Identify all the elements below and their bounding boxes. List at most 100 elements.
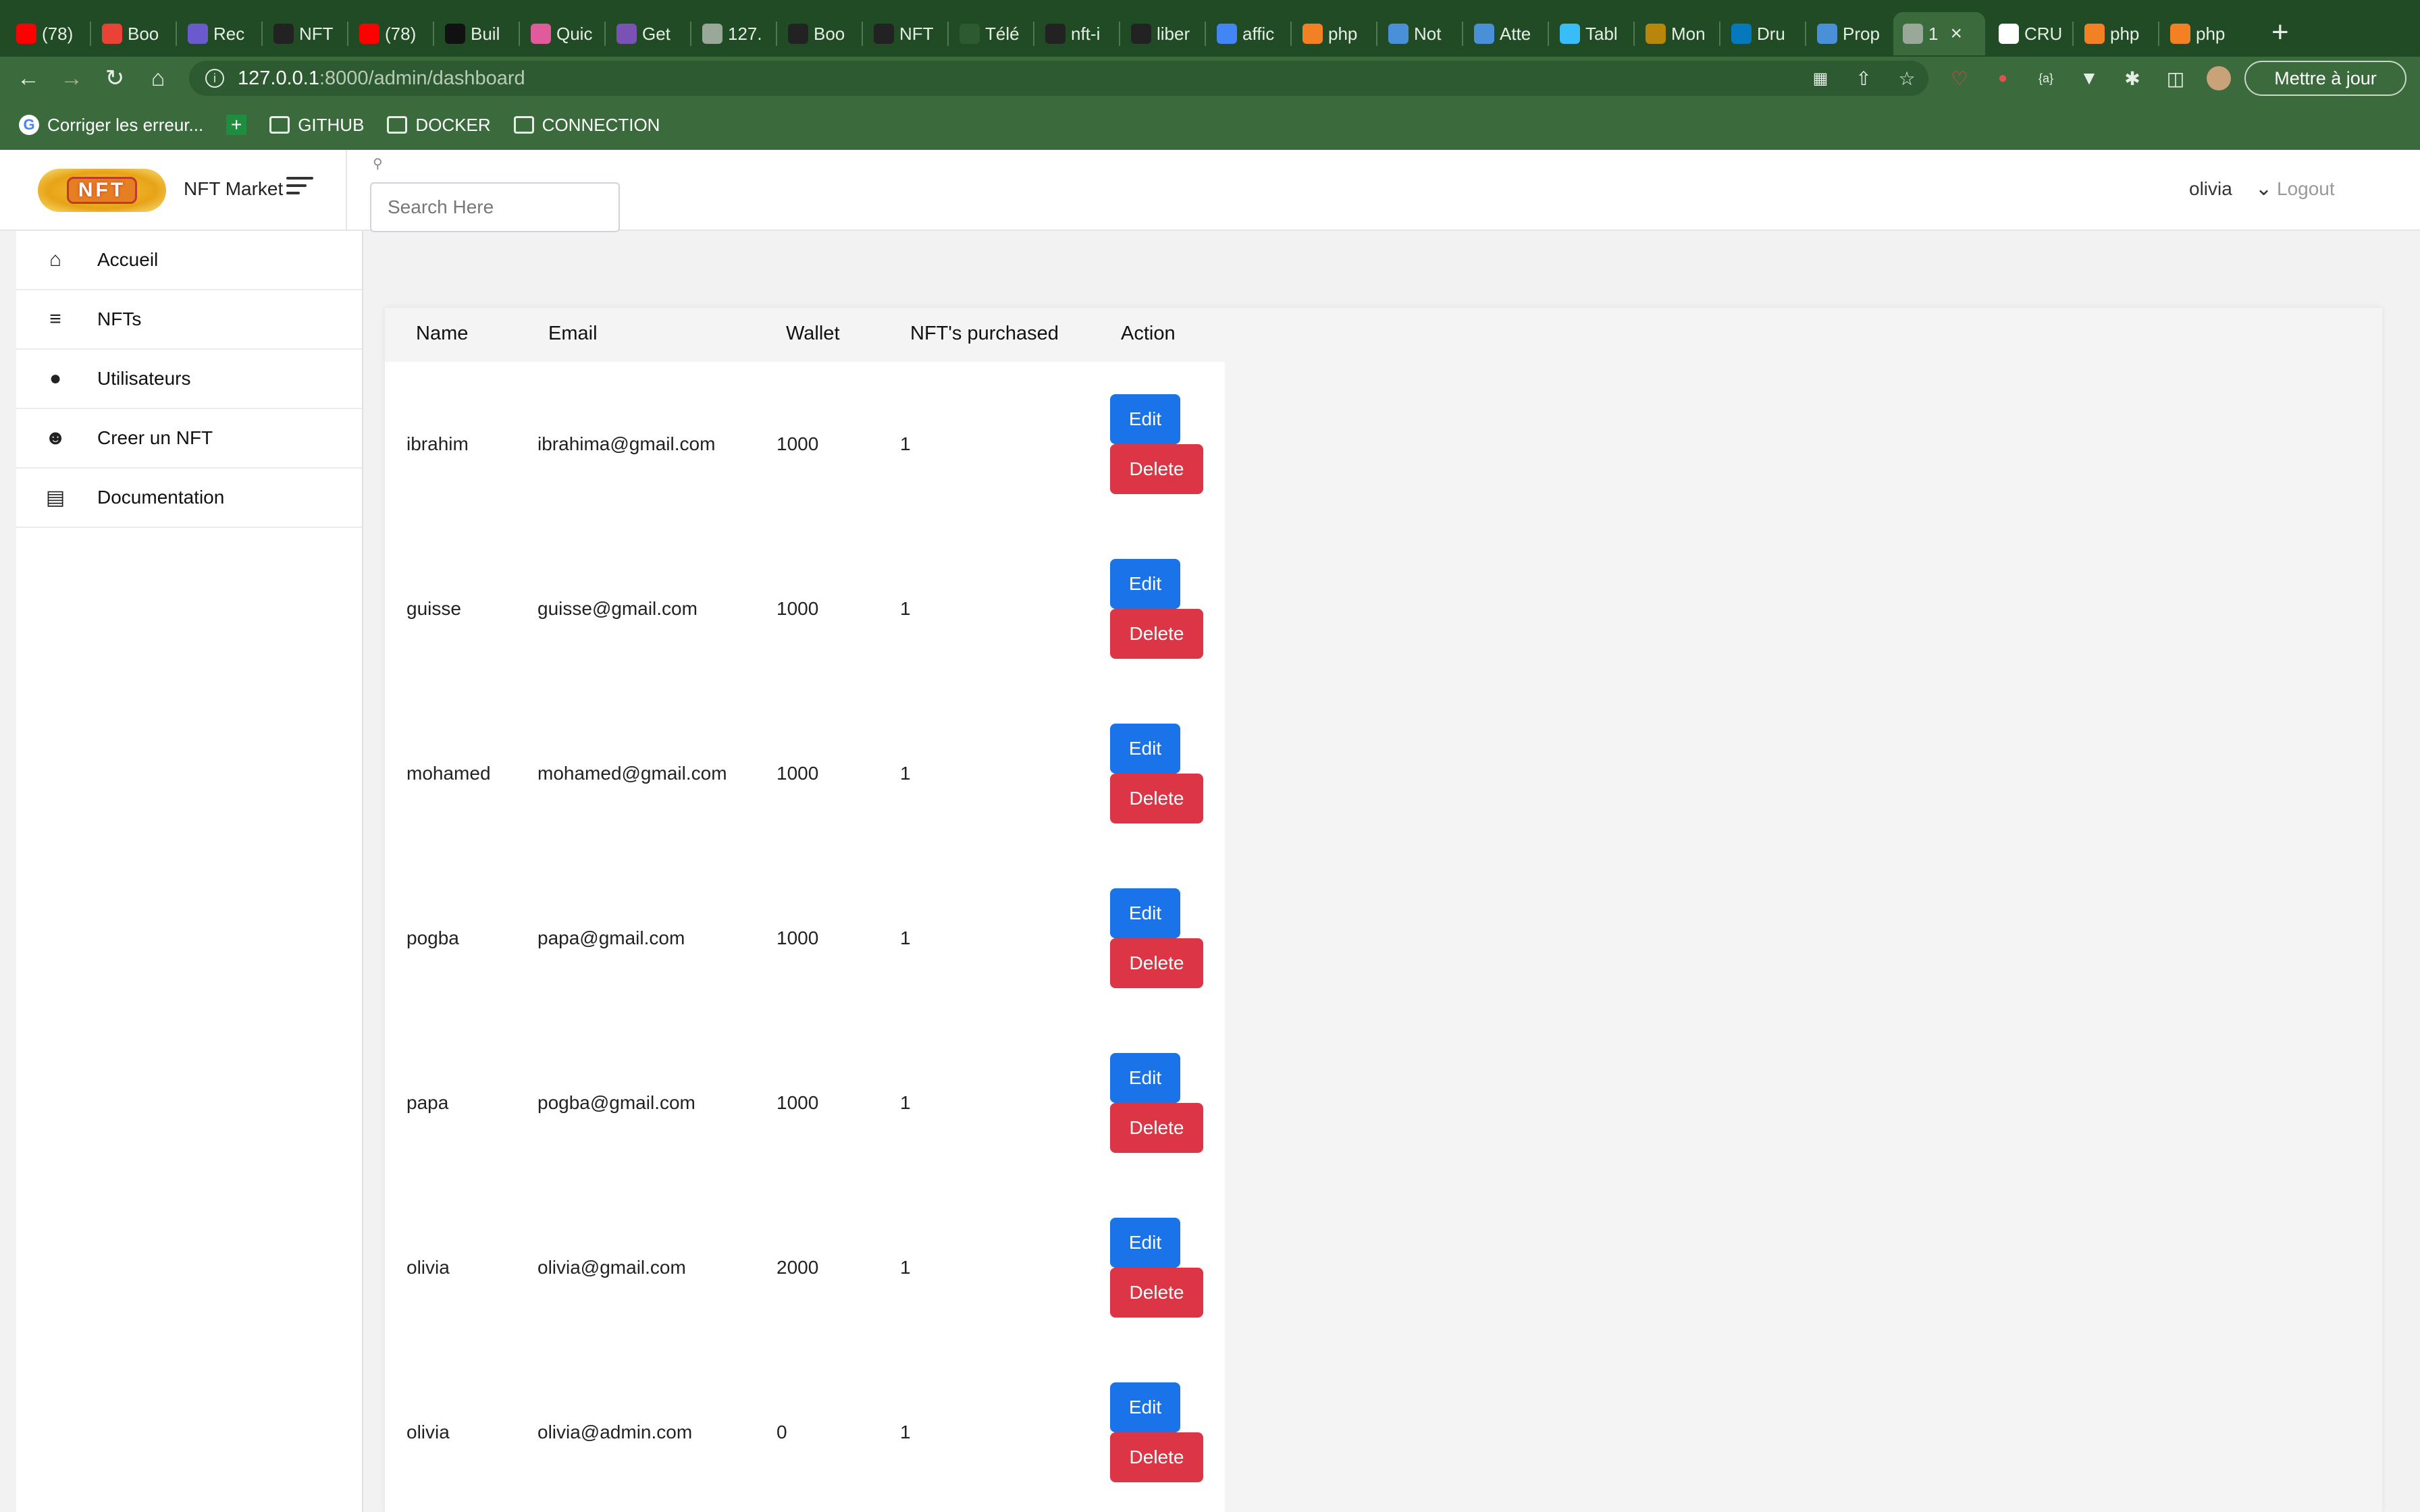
brave-shield-icon[interactable]: ♡ bbox=[1947, 66, 1972, 90]
bookmark-folder-github[interactable]: GITHUB bbox=[269, 115, 364, 136]
browser-tab[interactable]: affic bbox=[1217, 12, 1288, 55]
column-header-email: Email bbox=[548, 323, 598, 344]
nft-logo[interactable]: NFT bbox=[38, 169, 166, 212]
browser-tab[interactable]: (78) bbox=[16, 12, 87, 55]
edit-button[interactable]: Edit bbox=[1110, 888, 1180, 938]
tab-title: php bbox=[2196, 23, 2226, 44]
profile-avatar-icon[interactable] bbox=[2207, 66, 2231, 90]
delete-button[interactable]: Delete bbox=[1110, 938, 1203, 988]
table-row: olivia olivia@admin.com 0 1 Edit Delete bbox=[385, 1350, 1225, 1512]
vue-devtools-icon[interactable]: ▼ bbox=[2077, 66, 2101, 90]
sidebar-item-documentation[interactable]: ▤ Documentation bbox=[16, 468, 362, 528]
logout-link[interactable]: Logout bbox=[2277, 178, 2335, 200]
close-tab-icon[interactable]: × bbox=[1950, 22, 1962, 45]
reload-icon[interactable]: ↻ bbox=[100, 63, 130, 93]
tab-title: CRU bbox=[2024, 23, 2063, 44]
extensions-puzzle-icon[interactable]: ✱ bbox=[2120, 66, 2145, 90]
cell-name: guisse bbox=[406, 598, 461, 619]
url-text[interactable]: 127.0.0.1:8000/admin/dashboard bbox=[238, 68, 525, 90]
browser-tab[interactable]: 127. bbox=[702, 12, 773, 55]
app-icon bbox=[188, 24, 208, 44]
translate-icon[interactable]: ▦ bbox=[1808, 66, 1833, 90]
browser-tab[interactable]: Dru bbox=[1731, 12, 1802, 55]
browser-tab[interactable]: Tabl bbox=[1560, 12, 1631, 55]
cell-name: pogba bbox=[406, 927, 459, 948]
browser-tab[interactable]: nft-i bbox=[1045, 12, 1116, 55]
side-panel-icon[interactable]: ◫ bbox=[2163, 66, 2188, 90]
github-icon bbox=[1131, 24, 1151, 44]
browser-tab[interactable]: NFT bbox=[273, 12, 344, 55]
bookmark-folder-connection[interactable]: CONNECTION bbox=[513, 114, 660, 136]
cell-wallet: 2000 bbox=[777, 1257, 819, 1278]
column-header-wallet: Wallet bbox=[786, 323, 840, 344]
google-icon: G bbox=[19, 115, 39, 135]
tab-title: Mon bbox=[1671, 23, 1706, 44]
tab-separator bbox=[1462, 22, 1463, 46]
browser-tab[interactable]: Atte bbox=[1474, 12, 1545, 55]
extension-pdf-icon[interactable]: ● bbox=[1991, 66, 2015, 90]
edit-button[interactable]: Edit bbox=[1110, 724, 1180, 774]
browser-tab[interactable]: (78) bbox=[359, 12, 430, 55]
cell-wallet: 1000 bbox=[777, 1092, 819, 1113]
new-tab-icon[interactable]: + bbox=[2271, 18, 2289, 47]
site-info-icon[interactable]: i bbox=[205, 69, 224, 88]
browser-tab[interactable]: php bbox=[2084, 12, 2155, 55]
browser-tab[interactable]: Rec bbox=[188, 12, 259, 55]
sidebar-item-nfts[interactable]: ≡ NFTs bbox=[16, 290, 362, 350]
browser-tab[interactable]: CRU bbox=[1999, 12, 2070, 55]
update-browser-button[interactable]: Mettre à jour bbox=[2244, 61, 2406, 96]
browser-tab[interactable]: liber bbox=[1131, 12, 1202, 55]
bookmark-folder-docker[interactable]: DOCKER bbox=[387, 115, 491, 136]
menu-toggle-icon[interactable] bbox=[286, 177, 313, 197]
bookmark-label: CONNECTION bbox=[542, 114, 660, 135]
cell-email: olivia@admin.com bbox=[537, 1422, 693, 1442]
browser-tab[interactable]: Mon bbox=[1646, 12, 1716, 55]
cell-email: mohamed@gmail.com bbox=[537, 763, 727, 784]
browser-tab[interactable]: php bbox=[1303, 12, 1373, 55]
bookmark-star-icon[interactable]: ☆ bbox=[1895, 66, 1919, 90]
browser-tab[interactable]: php bbox=[2170, 12, 2241, 55]
bookmarks-bar: G Corriger les erreur... + GITHUB DOCKER… bbox=[0, 100, 2420, 150]
browser-tab[interactable]: Boo bbox=[788, 12, 859, 55]
delete-button[interactable]: Delete bbox=[1110, 609, 1203, 659]
search-input[interactable] bbox=[370, 182, 620, 232]
chevron-down-icon[interactable]: ⌄ bbox=[2255, 177, 2272, 200]
address-bar[interactable]: i 127.0.0.1:8000/admin/dashboard bbox=[189, 61, 1928, 96]
edit-button[interactable]: Edit bbox=[1110, 1053, 1180, 1103]
browser-tab[interactable]: Prop bbox=[1817, 12, 1888, 55]
browser-tab[interactable]: NFT bbox=[874, 12, 945, 55]
home-icon: ⌂ bbox=[49, 248, 62, 271]
tab-title: Get bbox=[642, 23, 670, 44]
share-icon[interactable]: ⇧ bbox=[1851, 66, 1876, 90]
home-button-icon[interactable]: ⌂ bbox=[143, 63, 173, 93]
delete-button[interactable]: Delete bbox=[1110, 1103, 1203, 1153]
browser-tab[interactable]: Boo bbox=[102, 12, 173, 55]
bookmark-corriger[interactable]: G Corriger les erreur... bbox=[19, 115, 203, 136]
sidebar-item-label: Utilisateurs bbox=[97, 368, 191, 389]
edit-button[interactable]: Edit bbox=[1110, 1218, 1180, 1268]
back-icon[interactable]: ← bbox=[14, 63, 43, 93]
delete-button[interactable]: Delete bbox=[1110, 1268, 1203, 1318]
cell-name: olivia bbox=[406, 1422, 450, 1442]
sidebar-item-accueil[interactable]: ⌂ Accueil bbox=[16, 231, 362, 290]
delete-button[interactable]: Delete bbox=[1110, 1432, 1203, 1482]
delete-button[interactable]: Delete bbox=[1110, 774, 1203, 824]
extension-code-icon[interactable]: {a} bbox=[2034, 66, 2058, 90]
forward-icon[interactable]: → bbox=[57, 63, 86, 93]
search-icon: ⚲ bbox=[373, 157, 383, 171]
browser-tab-active[interactable]: 1 × bbox=[1893, 12, 1985, 55]
edit-button[interactable]: Edit bbox=[1110, 394, 1180, 444]
tab-title: Tabl bbox=[1585, 23, 1618, 44]
bookmark-sheets[interactable]: + bbox=[226, 114, 247, 135]
browser-tab[interactable]: Quic bbox=[531, 12, 602, 55]
delete-button[interactable]: Delete bbox=[1110, 444, 1203, 494]
browser-tab[interactable]: Buil bbox=[445, 12, 516, 55]
tab-separator bbox=[1033, 22, 1034, 46]
edit-button[interactable]: Edit bbox=[1110, 559, 1180, 609]
browser-tab[interactable]: Télé bbox=[959, 12, 1030, 55]
sidebar-item-creer-nft[interactable]: ☻ Creer un NFT bbox=[16, 409, 362, 468]
browser-tab[interactable]: Not bbox=[1388, 12, 1459, 55]
sidebar-item-utilisateurs[interactable]: ● Utilisateurs bbox=[16, 350, 362, 409]
edit-button[interactable]: Edit bbox=[1110, 1382, 1180, 1432]
browser-tab[interactable]: Get bbox=[616, 12, 687, 55]
